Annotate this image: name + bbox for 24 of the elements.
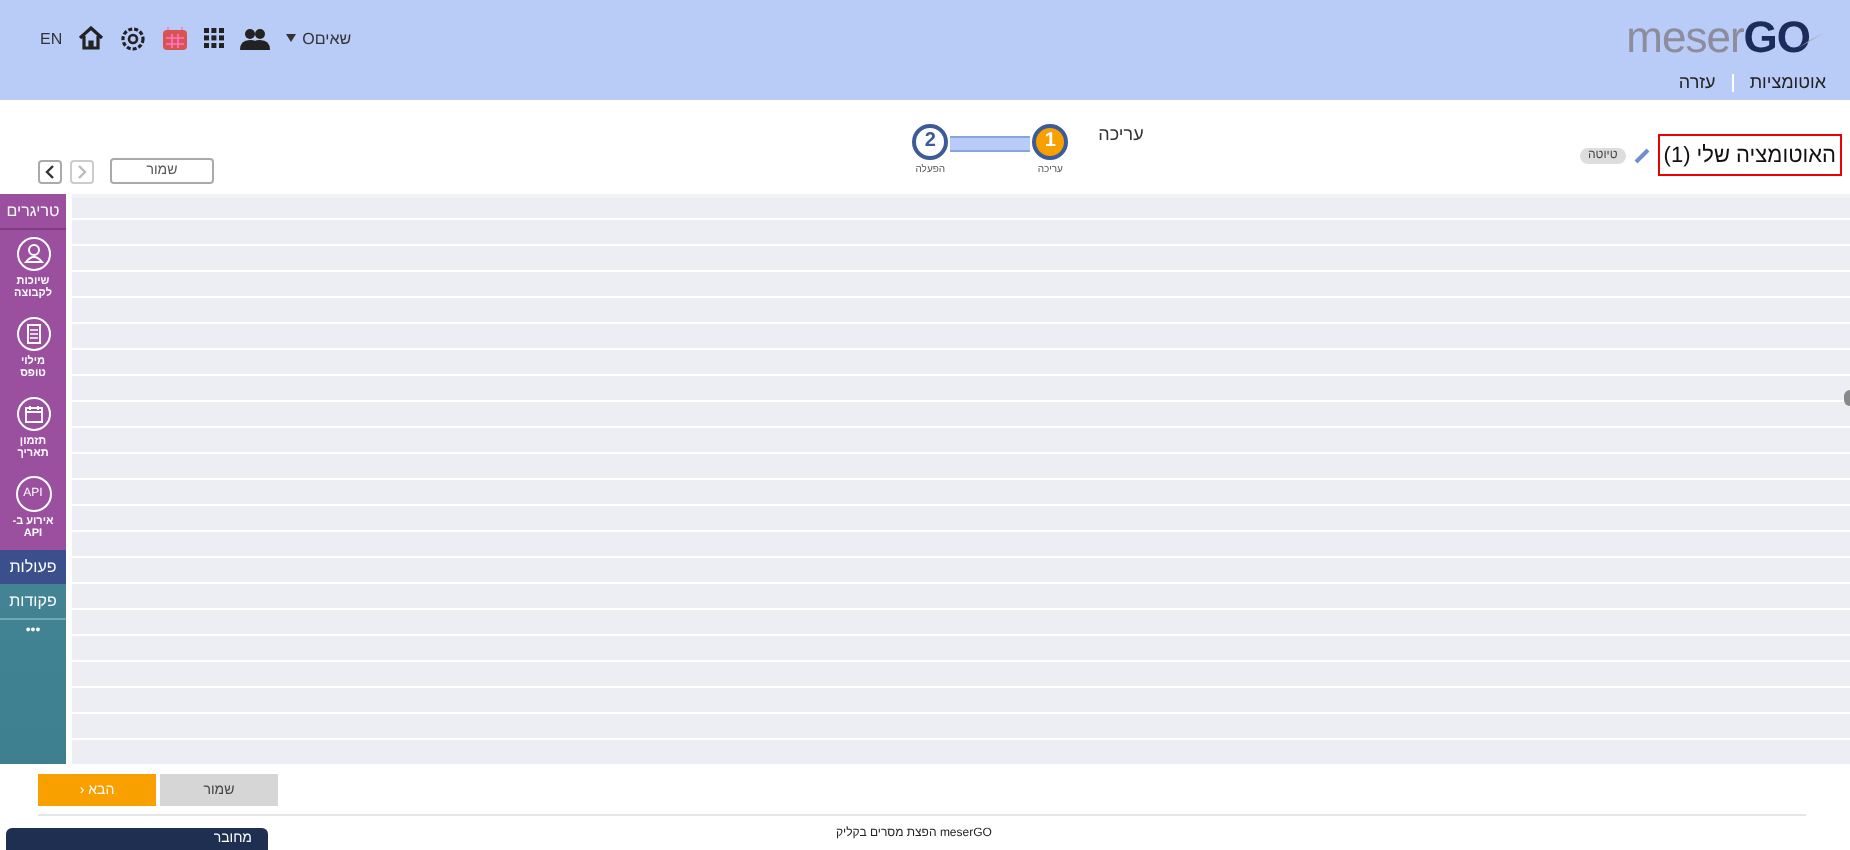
- user-icon: [15, 236, 51, 272]
- calendar-icon: [15, 396, 51, 432]
- section-header[interactable]: פעולות: [0, 550, 66, 584]
- settings-icon[interactable]: [120, 25, 147, 51]
- caret-icon: [286, 34, 297, 42]
- panel-handle[interactable]: [1844, 390, 1850, 406]
- pencil-icon[interactable]: [1633, 147, 1650, 163]
- user-menu[interactable]: Oשאים: [286, 29, 352, 47]
- nav-link[interactable]: עזרה: [1678, 72, 1716, 92]
- chevron-right-icon: [76, 163, 88, 179]
- step-circle[interactable]: 2: [912, 124, 949, 160]
- automation-title[interactable]: האוטומציה שלי (1): [1657, 134, 1842, 176]
- section-header: טריגרים: [0, 194, 66, 230]
- step-heading: עריכה: [1098, 124, 1144, 148]
- nav-link[interactable]: אוטומציות: [1749, 72, 1826, 92]
- grid-icon[interactable]: [204, 28, 225, 48]
- step-connector: [950, 136, 1031, 152]
- language-link[interactable]: EN: [40, 29, 63, 47]
- document-icon: [15, 316, 51, 352]
- logo: meserGO: [1626, 12, 1826, 64]
- home-icon[interactable]: [78, 26, 105, 50]
- prev-button[interactable]: [38, 159, 62, 183]
- chevron-left-icon: [44, 163, 56, 179]
- users-icon[interactable]: [240, 27, 271, 49]
